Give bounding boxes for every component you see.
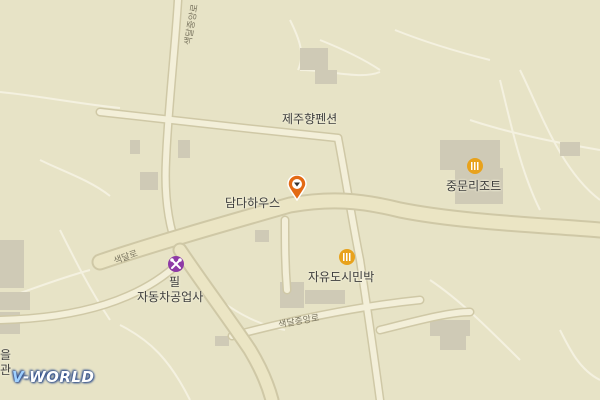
place-label-damda-house[interactable]: 담다하우스	[225, 194, 280, 211]
place-label-pil-line2[interactable]: 자동차공업사	[137, 288, 203, 305]
place-label-jungmun-resort[interactable]: 중문리조트	[446, 177, 501, 194]
place-label-jeju-hyang-pension[interactable]: 제주향펜션	[282, 110, 337, 127]
place-label-cut-left-2: 관	[0, 363, 12, 377]
lodging-icon[interactable]	[339, 249, 355, 265]
vworld-logo: V-WORLD	[12, 368, 95, 386]
car-repair-icon[interactable]	[168, 256, 184, 272]
lodging-icon[interactable]	[467, 158, 483, 174]
location-pin-icon[interactable]	[287, 174, 307, 205]
place-label-jayu-dosi-minbak[interactable]: 자유도시민박	[308, 268, 374, 285]
map-view[interactable]: 색달중앙로 색달로 색달중앙로 제주향펜션 중문리조트 담다하우스 자유도시민박…	[0, 0, 600, 400]
